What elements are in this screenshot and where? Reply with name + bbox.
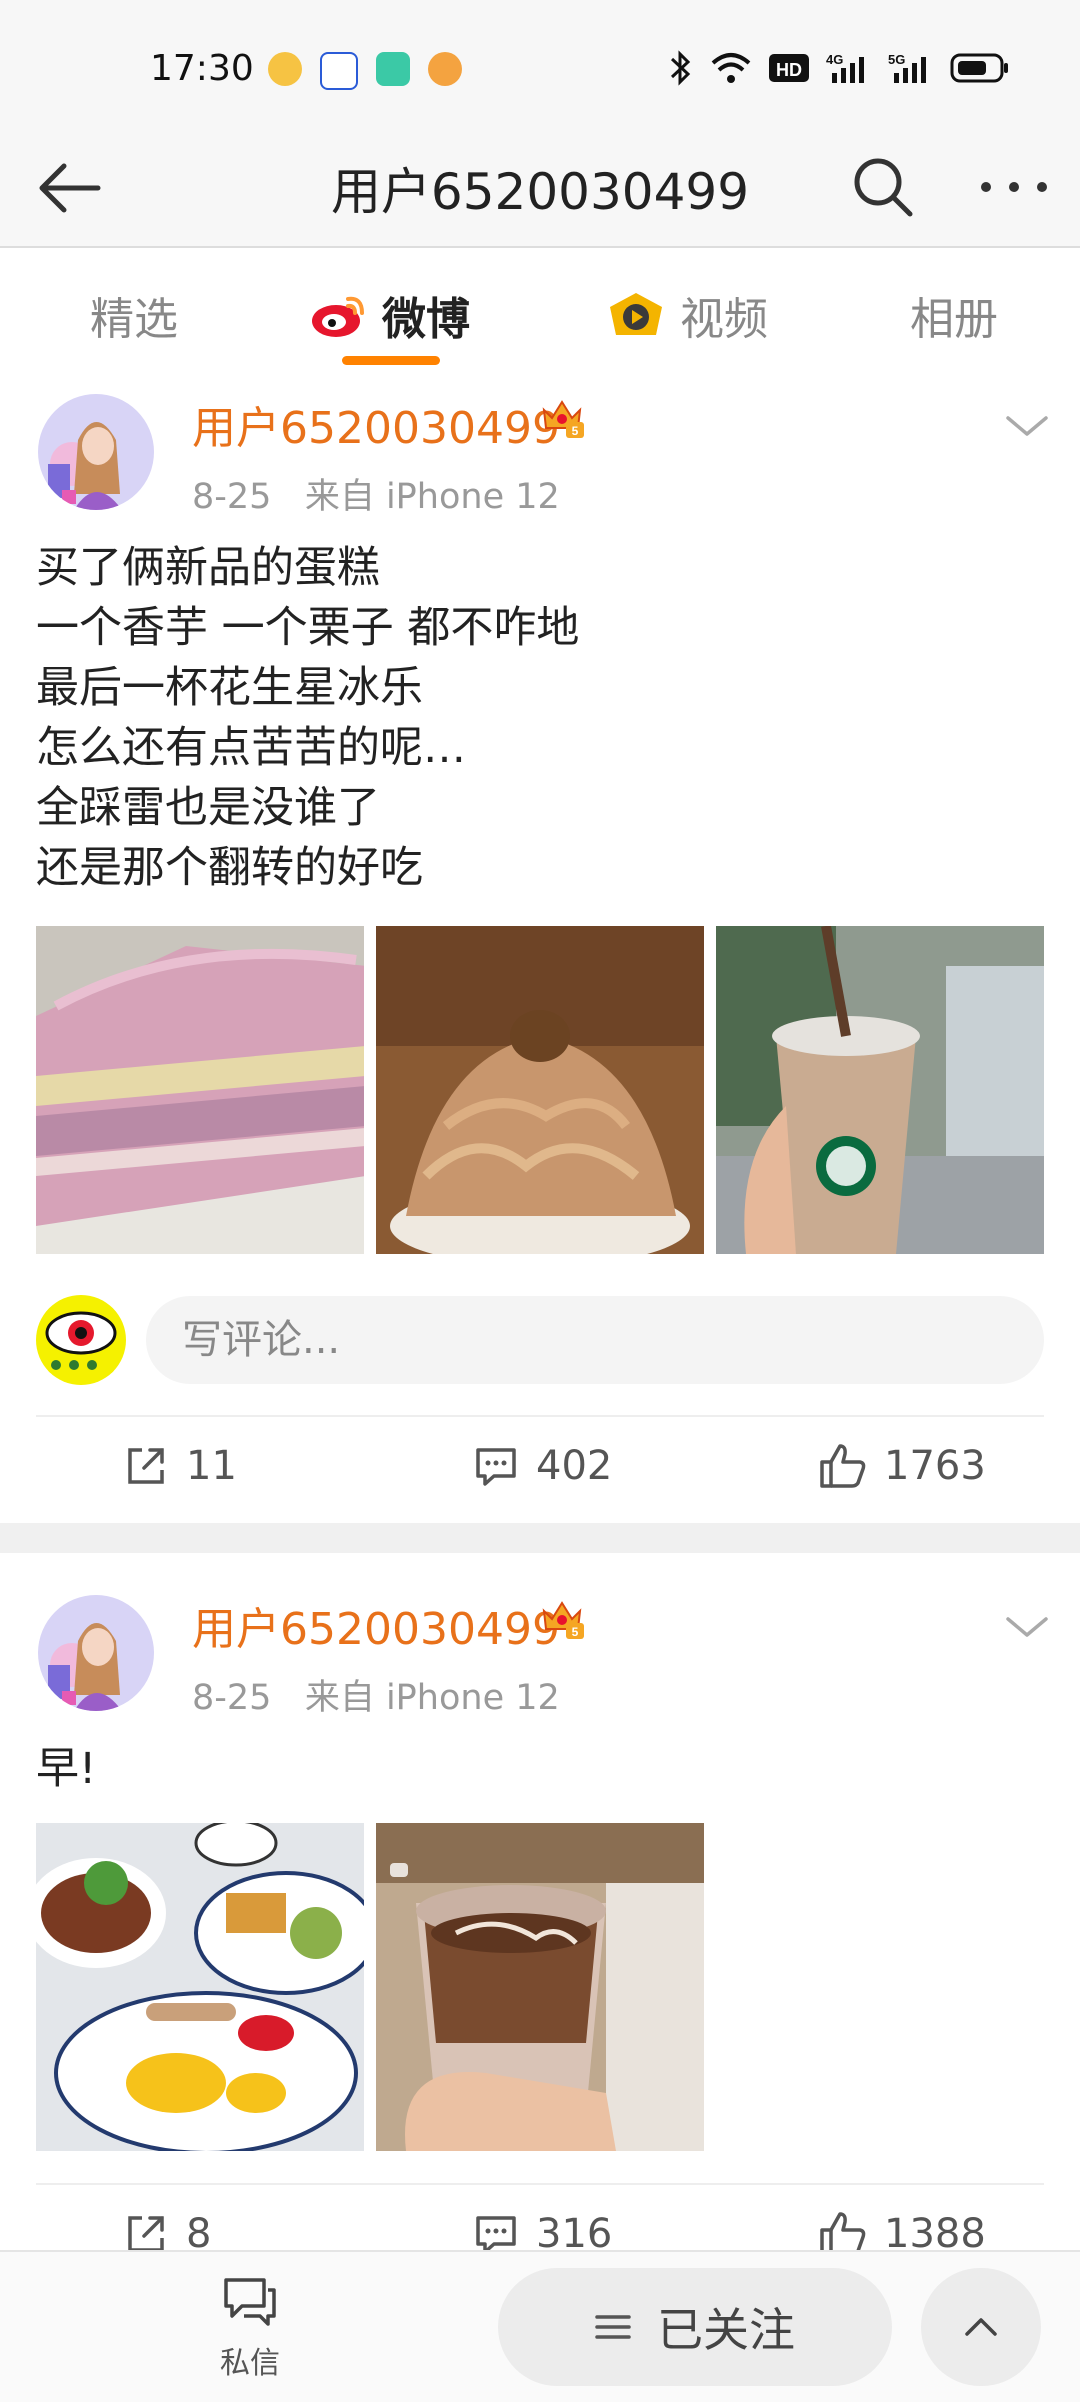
post-date: 8-25 [192,1678,272,1718]
current-user-avatar[interactable] [36,1295,126,1385]
like-count: 1763 [884,1443,986,1489]
weibo-notification-icon [268,52,302,86]
bottom-action-bar: 私信 已关注 [0,2250,1080,2402]
signal-5g-icon: 5G [888,52,926,83]
status-time: 17:30 [150,48,254,89]
status-bar: 17:30 HD 4G 5G [0,0,1080,130]
comment-count: 402 [536,1443,613,1489]
post-username[interactable]: 用户6520030499 [192,1593,560,1657]
post-image-taro-cake[interactable] [36,926,364,1254]
system-indicators: HD 4G 5G [668,50,1010,86]
wifi-icon [711,53,751,83]
following-label: 已关注 [657,2303,795,2357]
page-title: 用户6520030499 [330,163,750,221]
post-image-chestnut-cake[interactable] [376,926,704,1254]
weibo-post: 用户6520030499 5 8-25 来自 iPhone 12 买了俩新品的蛋… [0,370,1080,1520]
more-options-icon[interactable] [974,152,1054,222]
weibo-post: 用户6520030499 5 8-25 来自 iPhone 12 早! 8 31… [0,1553,1080,2257]
avatar[interactable] [38,1595,154,1711]
post-username[interactable]: 用户6520030499 [192,392,560,456]
post-meta: 8-25 来自 iPhone 12 [192,468,560,519]
scroll-to-top-button[interactable] [921,2268,1041,2386]
weibo-logo-icon [312,296,364,337]
tab-label: 视频 [680,294,768,345]
post-source: 来自 iPhone 12 [304,477,560,517]
like-button[interactable]: 1763 [818,1442,986,1490]
post-image-dessert-cup[interactable] [376,1823,704,2151]
comment-row: 写评论... [0,1290,1080,1390]
tab-video[interactable]: 视频 [606,283,768,347]
post-text: 早! [36,1744,97,1794]
pet-app-notification-icon [428,52,462,86]
comment-button[interactable]: 402 [472,1442,612,1490]
chevron-up-icon [965,2318,997,2336]
chat-bubble-icon [224,2278,276,2326]
tab-album[interactable]: 相册 [910,283,998,347]
avatar[interactable] [38,394,154,510]
following-button[interactable]: 已关注 [498,2268,892,2386]
direct-message-button[interactable]: 私信 [200,2274,300,2382]
video-badge-icon [610,293,662,335]
repost-count: 11 [186,1443,237,1489]
repost-button[interactable]: 11 [122,1442,237,1490]
share-icon [128,1448,164,1484]
notification-icons [268,52,462,90]
search-icon[interactable] [848,152,918,222]
post-source: 来自 iPhone 12 [304,1678,560,1718]
app-notification-icon [376,52,410,86]
dm-label: 私信 [220,2346,280,2381]
menu-lines-icon [595,2315,631,2339]
tab-label: 微博 [382,294,470,345]
post-meta: 8-25 来自 iPhone 12 [192,1669,560,1720]
svg-text:HD: HD [776,60,802,80]
comment-icon [476,1448,516,1486]
active-tab-indicator [342,356,440,365]
top-nav-bar: 用户6520030499 [0,130,1080,248]
post-date: 8-25 [192,477,272,517]
chevron-down-icon[interactable] [1002,1607,1052,1647]
divider [36,1415,1044,1417]
tab-featured[interactable]: 精选 [90,283,178,347]
hd-icon: HD [769,54,809,82]
network-label: 5G [888,52,905,67]
svg-text:4G: 4G [826,52,843,67]
profile-tabs: 精选 微博 视频 相册 [0,248,1080,368]
tab-weibo[interactable]: 微博 [310,283,470,347]
tab-label: 精选 [90,294,178,345]
baidu-notification-icon [320,52,358,90]
svg-text:5: 5 [572,424,579,438]
svg-text:5: 5 [572,1625,579,1639]
post-image-frappuccino[interactable] [716,926,1044,1254]
divider [36,2183,1044,2185]
post-text: 买了俩新品的蛋糕 一个香芋 一个栗子 都不咋地 最后一杯花生星冰乐 怎么还有点苦… [36,543,580,893]
battery-icon [950,53,1008,83]
bluetooth-icon [670,50,691,86]
post-actions: 11 402 1763 [0,1420,1080,1520]
vip-crown-icon[interactable]: 5 [538,392,586,440]
post-image-breakfast-plates[interactable] [36,1823,364,2151]
thumbs-up-icon [820,1444,866,1488]
vip-crown-icon[interactable]: 5 [538,1593,586,1641]
chevron-down-icon[interactable] [1002,406,1052,446]
tab-label: 相册 [910,294,998,345]
comment-input[interactable]: 写评论... [146,1296,1044,1384]
post-separator [0,1523,1080,1553]
signal-4g-icon: 4G [826,52,864,83]
